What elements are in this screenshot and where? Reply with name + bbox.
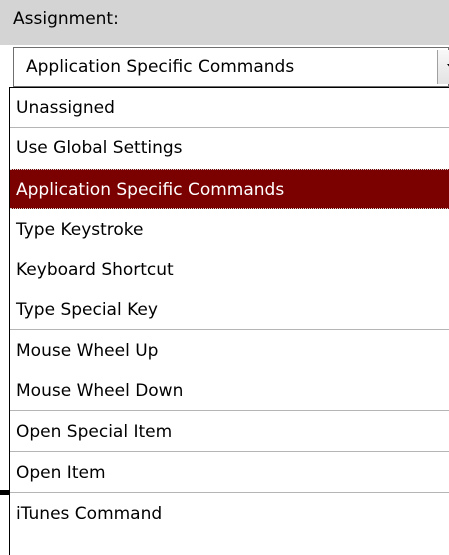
- dropdown-item-unassigned[interactable]: Unassigned: [10, 88, 449, 128]
- assignment-combobox[interactable]: Application Specific Commands: [13, 47, 449, 87]
- assignment-label: Assignment:: [13, 9, 119, 29]
- dropdown-item-use-global-settings[interactable]: Use Global Settings: [10, 128, 449, 168]
- dropdown-item-type-special-key[interactable]: Type Special Key: [10, 290, 449, 330]
- dropdown-item-keyboard-shortcut[interactable]: Keyboard Shortcut: [10, 250, 449, 290]
- dropdown-toggle-button[interactable]: [437, 50, 449, 84]
- underlying-window-edge: [0, 490, 9, 495]
- dropdown-item-label: iTunes Command: [16, 504, 163, 524]
- dropdown-item-label: Unassigned: [16, 98, 115, 118]
- dropdown-item-label: Type Keystroke: [16, 220, 144, 240]
- dropdown-item-label: Keyboard Shortcut: [16, 260, 174, 280]
- dropdown-item-mouse-wheel-up[interactable]: Mouse Wheel Up: [10, 331, 449, 371]
- dropdown-item-open-special-item[interactable]: Open Special Item: [10, 412, 449, 452]
- dropdown-item-itunes-command[interactable]: iTunes Command: [10, 494, 449, 534]
- dropdown-item-label: Application Specific Commands: [16, 180, 285, 200]
- assignment-header: Assignment:: [0, 0, 449, 45]
- dropdown-item-label: Open Item: [16, 463, 106, 483]
- combobox-selected-value: Application Specific Commands: [26, 57, 295, 77]
- dropdown-item-label: Mouse Wheel Down: [16, 381, 184, 401]
- dropdown-item-mouse-wheel-down[interactable]: Mouse Wheel Down: [10, 371, 449, 411]
- dropdown-item-application-specific-commands[interactable]: Application Specific Commands: [10, 169, 449, 209]
- dropdown-item-label: Open Special Item: [16, 422, 173, 442]
- dropdown-item-label: Type Special Key: [16, 300, 158, 320]
- dropdown-item-label: Use Global Settings: [16, 138, 183, 158]
- dropdown-item-open-item[interactable]: Open Item: [10, 453, 449, 493]
- assignment-dropdown-list[interactable]: Unassigned Use Global Settings Applicati…: [9, 87, 449, 555]
- dropdown-item-type-keystroke[interactable]: Type Keystroke: [10, 210, 449, 250]
- dropdown-item-label: Mouse Wheel Up: [16, 341, 159, 361]
